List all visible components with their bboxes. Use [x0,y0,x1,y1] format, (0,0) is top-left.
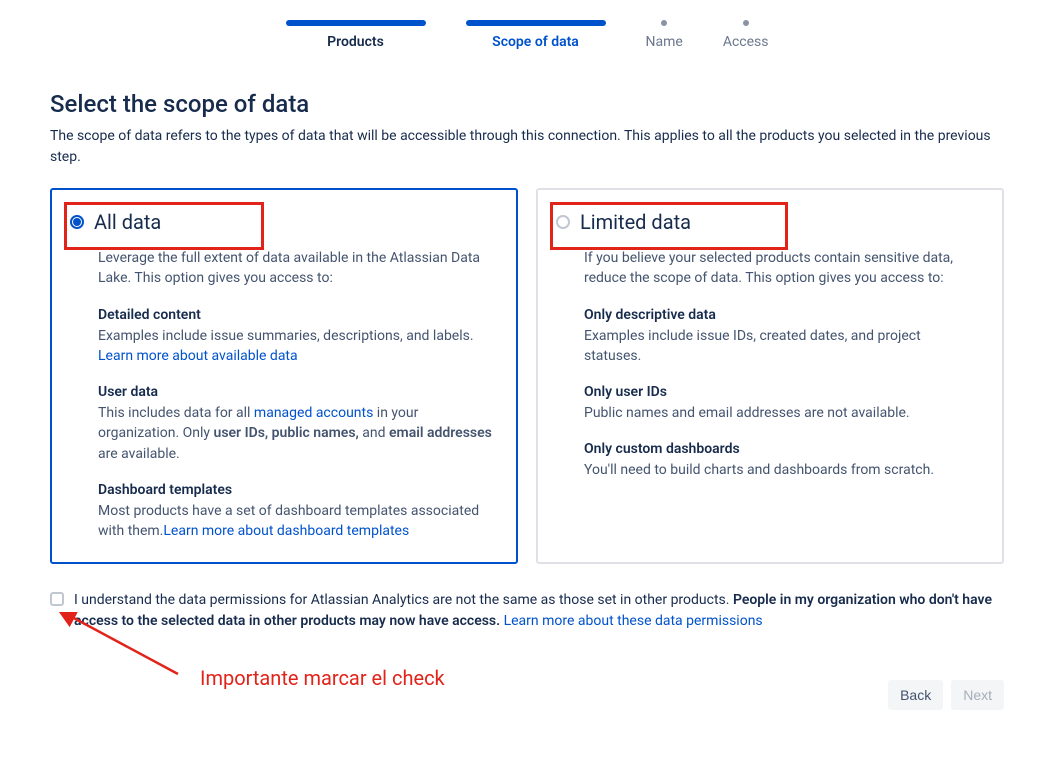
card-intro: If you believe your selected products co… [584,248,978,289]
option-limited-data[interactable]: Limited data If you believe your selecte… [536,188,1004,564]
text: This includes data for all [98,405,254,421]
card-title: All data [94,210,161,234]
step-label: Products [327,34,384,50]
section-desc: You'll need to build charts and dashboar… [584,460,978,480]
section-desc: This includes data for all managed accou… [98,403,492,464]
back-button[interactable]: Back [888,680,943,710]
card-header: Limited data [556,210,978,234]
option-all-data[interactable]: All data Leverage the full extent of dat… [50,188,518,564]
section-desc: Public names and email addresses are not… [584,403,978,423]
link-dashboard-templates[interactable]: Learn more about dashboard templates [163,523,409,539]
annotation-label: Importante marcar el check [200,666,445,690]
section-title: Only descriptive data [584,307,978,323]
card-intro: Leverage the full extent of data availab… [98,248,492,289]
step-indicator-dot [661,20,667,26]
page-description: The scope of data refers to the types of… [50,126,1004,168]
acknowledgement-checkbox[interactable] [50,592,64,606]
link-available-data[interactable]: Learn more about available data [98,348,298,364]
acknowledgement-text: I understand the data permissions for At… [74,590,1004,632]
radio-all-data[interactable] [70,215,84,229]
step-products[interactable]: Products [286,20,426,50]
link-data-permissions[interactable]: Learn more about these data permissions [504,613,763,629]
page-title: Select the scope of data [50,90,1004,118]
section-title: Only custom dashboards [584,441,978,457]
text-bold: user IDs, public names, [214,425,359,441]
link-managed-accounts[interactable]: managed accounts [254,405,373,421]
step-indicator-bar [286,20,426,26]
step-label: Name [646,34,683,50]
text-bold: email addresses [389,425,492,441]
card-body: Leverage the full extent of data availab… [70,248,492,542]
step-name[interactable]: Name [646,20,683,50]
section-desc: Most products have a set of dashboard te… [98,501,492,542]
step-label: Scope of data [492,34,579,50]
step-access[interactable]: Access [723,20,769,50]
section-desc: Examples include issue IDs, created date… [584,326,978,367]
step-indicator-bar [466,20,606,26]
next-button[interactable]: Next [951,680,1004,710]
text: I understand the data permissions for At… [74,592,733,608]
wizard-footer: Back Next [50,680,1004,710]
section-title: User data [98,384,492,400]
wizard-stepper: Products Scope of data Name Access [50,20,1004,50]
section-title: Dashboard templates [98,482,492,498]
radio-limited-data[interactable] [556,215,570,229]
text: are available. [98,446,180,462]
card-header: All data [70,210,492,234]
section-title: Only user IDs [584,384,978,400]
text: and [359,425,389,441]
section-title: Detailed content [98,307,492,323]
acknowledgement-row: I understand the data permissions for At… [50,590,1004,632]
scope-options: All data Leverage the full extent of dat… [50,188,1004,564]
card-title: Limited data [580,210,691,234]
text: Examples include issue summaries, descri… [98,328,474,344]
card-body: If you believe your selected products co… [556,248,978,481]
section-desc: Examples include issue summaries, descri… [98,326,492,367]
step-scope-of-data[interactable]: Scope of data [466,20,606,50]
step-label: Access [723,34,769,50]
step-indicator-dot [743,20,749,26]
